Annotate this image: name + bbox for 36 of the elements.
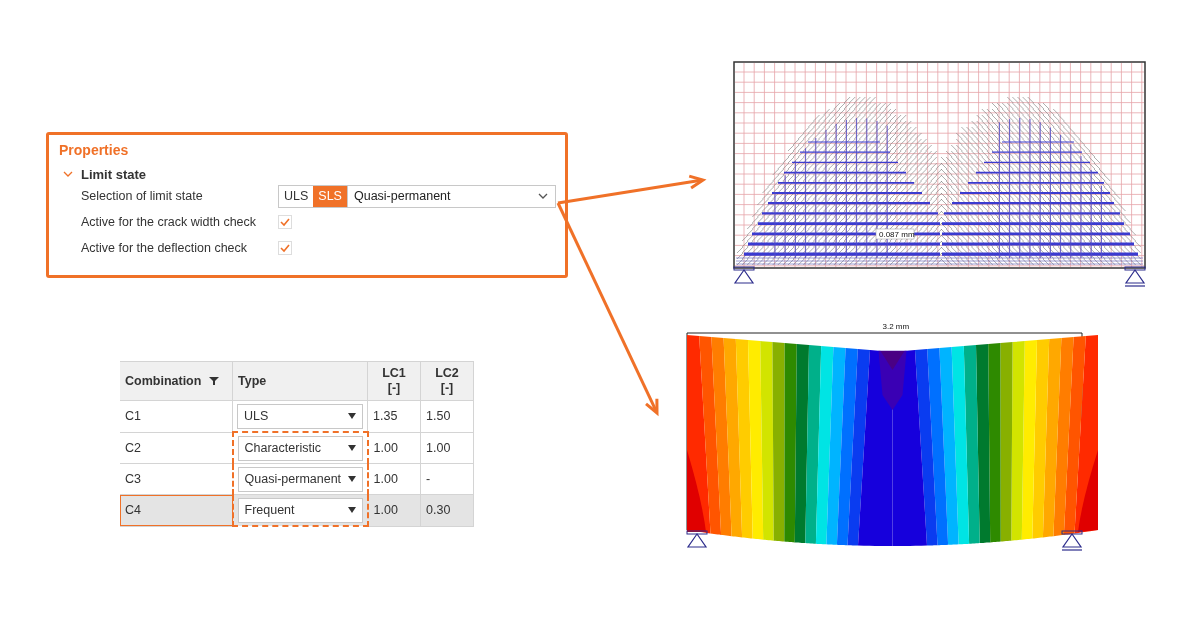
column-header[interactable]: LC1 [-] bbox=[367, 361, 421, 401]
filter-icon[interactable] bbox=[209, 376, 220, 386]
dropdown-arrow-icon bbox=[347, 507, 356, 513]
dropdown-arrow-icon bbox=[347, 445, 356, 451]
table-cell: 0.30 bbox=[420, 494, 474, 526]
type-dropdown[interactable]: Characteristic bbox=[237, 435, 363, 461]
property-label: Active for the deflection check bbox=[81, 241, 249, 255]
column-header[interactable]: LC2 [-] bbox=[420, 361, 474, 401]
table-cell: C3 bbox=[120, 463, 233, 495]
table-cell: C2 bbox=[120, 432, 233, 464]
column-header[interactable]: Combination bbox=[120, 361, 233, 401]
section-title[interactable]: Limit state bbox=[81, 166, 146, 182]
type-dropdown[interactable]: Quasi-permanent bbox=[237, 466, 363, 492]
dropdown-arrow-icon bbox=[347, 476, 356, 482]
crack-width-label: 0.087 mm bbox=[879, 230, 915, 239]
chevron-icon bbox=[537, 191, 548, 201]
column-header[interactable]: Type bbox=[232, 361, 368, 401]
checkbox[interactable] bbox=[278, 215, 292, 229]
type-dropdown[interactable]: ULS bbox=[237, 403, 363, 429]
dropdown-arrow-icon bbox=[348, 413, 356, 419]
table-cell: 1.35 bbox=[367, 400, 421, 432]
table-cell: 1.00 bbox=[367, 432, 421, 464]
checkbox[interactable] bbox=[278, 241, 292, 255]
table-cell: C1 bbox=[120, 400, 233, 432]
table-cell: 1.00 bbox=[367, 494, 421, 526]
table-cell: 1.00 bbox=[367, 463, 421, 495]
table-cell: 1.50 bbox=[420, 400, 474, 432]
type-dropdown[interactable]: Frequent bbox=[237, 497, 363, 523]
table-cell: - bbox=[420, 463, 474, 495]
table-cell: C4 bbox=[120, 494, 233, 526]
panel-title: Properties bbox=[59, 141, 130, 159]
property-label: Active for the crack width check bbox=[81, 215, 258, 229]
deflection-label: 3.2 mm bbox=[882, 322, 910, 331]
chevron-icon[interactable] bbox=[63, 169, 73, 179]
property-label: Selection of limit state bbox=[81, 189, 204, 203]
table-cell: 1.00 bbox=[420, 432, 474, 464]
